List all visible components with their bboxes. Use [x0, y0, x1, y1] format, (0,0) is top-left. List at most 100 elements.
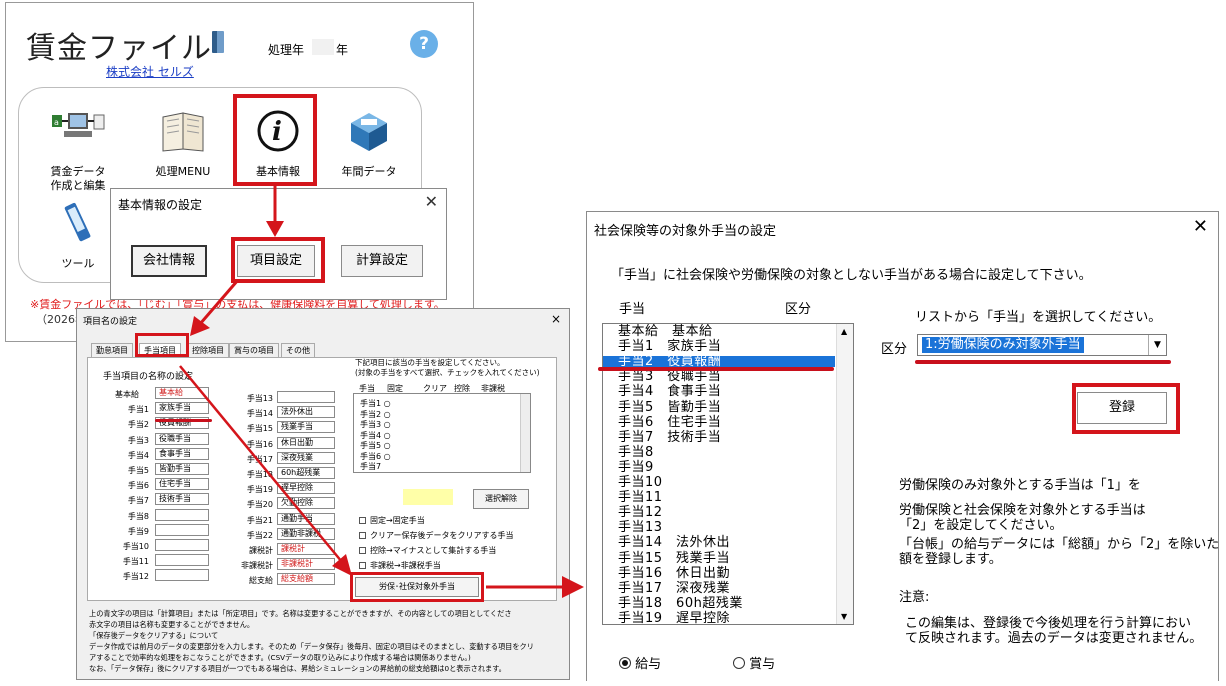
footer-line: なお、「データ保存」後にクリアする項目が一つでもある場合は、昇給シミュレーション… [89, 664, 506, 673]
list-item[interactable]: 手当1 家族手当 [618, 340, 721, 353]
check-option[interactable]: クリアー保存後データをクリアする手当 [359, 530, 514, 541]
list-item[interactable]: 手当18 60h超残業 [618, 597, 743, 610]
radio-salary[interactable]: 給与 [619, 653, 661, 672]
check-option[interactable]: 固定→固定手当 [359, 515, 425, 526]
tab-bonus[interactable]: 賞与の項目 [229, 343, 279, 357]
allowance-tab-highlight [135, 333, 189, 357]
basic-info-highlight [233, 94, 317, 186]
left-label: 手当9 [127, 526, 149, 536]
list-item[interactable]: 基本給 基本給 [618, 325, 713, 338]
list-item[interactable]: 手当10 [618, 476, 663, 489]
list-scrollbar[interactable]: ▲ ▼ [836, 324, 853, 624]
menu-wage-data[interactable]: a 賃金データ 作成と編集 [33, 107, 123, 193]
check-list-row[interactable]: 手当2 ○ [360, 409, 391, 420]
calc-settings-button[interactable]: 計算設定 [341, 245, 423, 277]
list-item[interactable]: 手当14 法外休出 [618, 536, 730, 549]
company-link[interactable]: 株式会社 セルズ [106, 63, 194, 80]
arrow-right-icon [486, 576, 584, 598]
list-item[interactable]: 手当15 残業手当 [618, 552, 730, 565]
tab-other[interactable]: その他 [281, 343, 315, 357]
checkbox-icon [359, 547, 366, 554]
help-text-1: 労働保険のみ対象外とする手当は「1」を [899, 478, 1141, 493]
year-value-field[interactable] [312, 39, 334, 55]
register-highlight [1072, 383, 1180, 434]
left-label: 手当3 [127, 435, 149, 445]
scroll-up-icon[interactable]: ▲ [841, 327, 847, 336]
allowance-check-list[interactable]: 手当1 ○ 手当2 ○ 手当3 ○ 手当4 ○ 手当5 ○ 手当6 ○ 手当7 [353, 393, 531, 473]
list-item[interactable]: 手当17 深夜残業 [618, 582, 730, 595]
scroll-down-icon[interactable]: ▼ [841, 612, 847, 621]
check-list-row[interactable]: 手当7 [360, 461, 381, 472]
left-label: 手当5 [127, 466, 149, 475]
check-list-row[interactable]: 手当3 ○ [360, 419, 391, 430]
left-label: 手当1 [127, 405, 149, 415]
list-item[interactable]: 手当16 休日出勤 [618, 567, 730, 580]
close-icon[interactable]: × [551, 312, 561, 326]
menu-wage-label-1: 賃金データ [50, 165, 106, 178]
arrow-down-icon [266, 183, 284, 237]
selected-item-underline [598, 367, 834, 371]
list-item[interactable]: 手当9 [618, 461, 654, 474]
list-item[interactable]: 手当12 [618, 506, 663, 519]
file-box-icon [351, 113, 387, 151]
col-teate: 手当 [619, 302, 646, 317]
scrollbar[interactable] [520, 394, 530, 472]
radio-bonus-label: 賞与 [749, 657, 776, 672]
footer-line: 上の青文字の項目は「計算項目」または「所定項目」です。名称は変更することができま… [89, 609, 512, 618]
item-name-dialog-title: 項目名の設定 [83, 317, 138, 327]
check-option-label: クリアー保存後データをクリアする手当 [370, 531, 514, 540]
social-dialog-title: 社会保険等の対象外手当の設定 [594, 224, 777, 239]
tab-deduction[interactable]: 控除項目 [187, 343, 229, 357]
menu-annual-data[interactable]: 年間データ [324, 107, 414, 179]
computer-transfer-icon: a [52, 113, 105, 137]
left-label: 手当2 [127, 420, 149, 430]
checkbox-icon [359, 562, 366, 569]
check-option-label: 控除→マイナスとして集計する手当 [370, 546, 497, 555]
chevron-down-icon[interactable]: ▼ [1148, 335, 1166, 355]
year-suffix: 年 [336, 43, 349, 57]
radio-unchecked-icon [733, 657, 745, 669]
radio-bonus[interactable]: 賞与 [733, 653, 775, 672]
help-icon[interactable]: ? [410, 30, 438, 58]
left-label: 手当11 [122, 557, 149, 567]
list-item[interactable]: 手当11 [618, 491, 663, 504]
close-icon[interactable]: ✕ [425, 192, 438, 211]
list-item[interactable]: 手当13 [618, 521, 663, 534]
list-item[interactable]: 手当6 住宅手当 [618, 416, 721, 429]
list-item[interactable]: 手当3 役職手当 [618, 370, 721, 383]
left-label: 手当12 [122, 572, 149, 582]
select-prompt: リストから「手当」を選択してください。 [915, 310, 1162, 325]
menu-process[interactable]: 処理MENU [138, 107, 228, 179]
tab-attendance[interactable]: 勤怠項目 [91, 343, 133, 357]
close-icon[interactable]: ✕ [1193, 216, 1208, 237]
book-icon [212, 31, 224, 53]
kubun-select[interactable]: 1:労働保険のみ対象外手当 ▼ [917, 334, 1167, 356]
list-item[interactable]: 手当7 技術手当 [618, 431, 721, 444]
radio-checked-icon [619, 657, 631, 669]
kubun-underline [915, 360, 1171, 364]
arrow-diag-icon [190, 279, 240, 336]
app-title: 賃金ファイル [26, 31, 212, 66]
left-label: 基本給 [115, 390, 139, 399]
check-option[interactable]: 控除→マイナスとして集計する手当 [359, 545, 496, 556]
list-item[interactable]: 手当19 遅早控除 [618, 612, 730, 624]
list-item[interactable]: 手当8 [618, 446, 654, 459]
list-item[interactable]: 手当4 食事手当 [618, 385, 721, 398]
left-label: 手当4 [127, 450, 149, 460]
deselect-button[interactable]: 選択解除 [473, 489, 529, 509]
social-instruction: 「手当」に社会保険や労働保険の対象としない手当がある場合に設定して下さい。 [611, 268, 1092, 283]
check-list-row[interactable]: 手当5 ○ [360, 440, 391, 451]
note-b: て反映されます。過去のデータは変更されません。 [905, 631, 1203, 646]
left-label: 手当6 [127, 481, 149, 491]
check-list-row[interactable]: 手当4 ○ [360, 430, 391, 441]
menu-process-label: 処理MENU [155, 165, 211, 178]
footer-line: 赤文字の項目は名称も変更することができません。 [89, 620, 255, 629]
help-text-3b: 額を登録します。 [899, 552, 1002, 567]
company-info-button[interactable]: 会社情報 [131, 245, 207, 277]
footer-line: データ作成では前月のデータの変更部分を入力します。そのため「データ保存」後毎月、… [89, 642, 534, 651]
list-item[interactable]: 手当5 皆勤手当 [618, 401, 721, 414]
list-item[interactable]: 手当2 役員報酬 [603, 355, 835, 368]
check-list-row[interactable]: 手当6 ○ [360, 451, 391, 462]
check-list-row[interactable]: 手当1 ○ [360, 398, 391, 409]
check-option[interactable]: 非課税→非課税手当 [359, 560, 441, 571]
